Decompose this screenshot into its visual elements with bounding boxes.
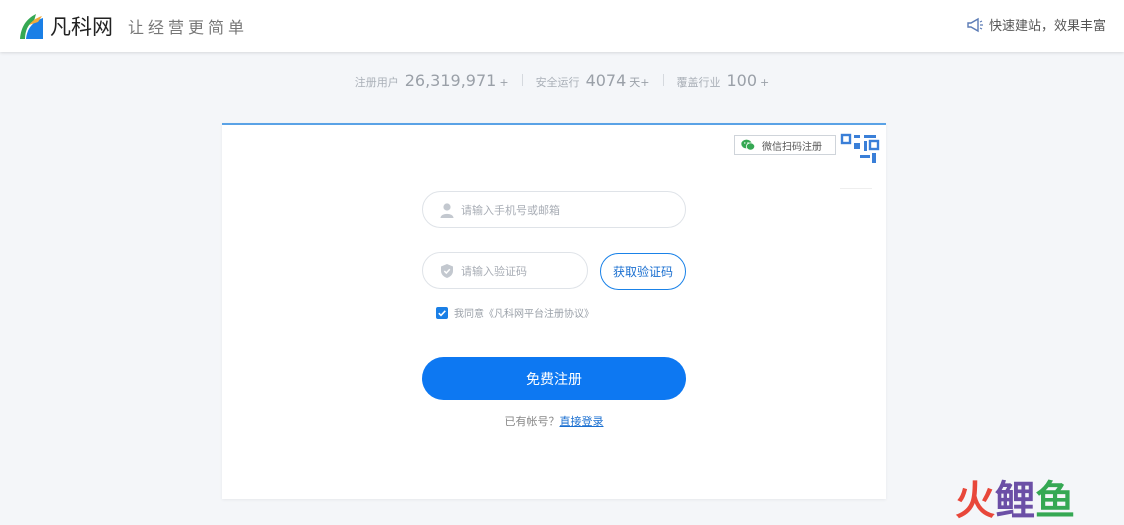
slogan: 让经营更简单: [128, 18, 249, 37]
stat-industries: 覆盖行业 100 +: [677, 71, 770, 90]
stat-label: 注册用户: [354, 75, 399, 89]
register-card: 微信扫码注册 请输入手机号或邮箱 请输入验证码 获取验证码 我同意《凡科网平台注…: [222, 123, 886, 499]
header-promo-text: 快速建站，效果丰富: [988, 19, 1106, 34]
divider: [521, 74, 523, 86]
stat-value: 26,319,971: [404, 70, 497, 90]
watermark-char: 鲤: [995, 478, 1035, 524]
stat-suffix: +: [499, 75, 509, 89]
stat-value: 4074: [585, 70, 627, 90]
site-logo[interactable]: 凡科网: [16, 10, 113, 42]
check-icon: [438, 309, 446, 317]
logo-mark-icon: [20, 14, 43, 39]
stat-safe-running: 安全运行 4074 天+: [536, 71, 650, 90]
watermark-char: 鱼: [1035, 478, 1075, 524]
wechat-icon: [741, 139, 755, 151]
megaphone-icon: [967, 17, 983, 32]
shield-icon: [441, 263, 453, 278]
user-icon: [440, 202, 454, 218]
logo-text: 凡科网: [50, 15, 113, 39]
stat-value: 100: [726, 70, 758, 90]
watermark-logo: 火 鲤 鱼: [955, 478, 1075, 524]
get-code-button[interactable]: 获取验证码: [600, 253, 686, 290]
stat-label: 安全运行: [535, 75, 580, 89]
direct-login-link[interactable]: 直接登录: [560, 415, 604, 428]
wechat-tag-label: 微信扫码注册: [762, 141, 822, 153]
have-account-text: 已有帐号？: [504, 415, 560, 428]
qr-code-icon[interactable]: [840, 133, 880, 173]
watermark-char: 火: [955, 478, 995, 524]
verification-code-field[interactable]: 请输入验证码: [422, 252, 588, 289]
divider: [662, 74, 664, 86]
stat-suffix: 天+: [629, 75, 650, 89]
wechat-register-tag[interactable]: 微信扫码注册: [734, 135, 836, 155]
header-promo-link[interactable]: 快速建站，效果丰富: [966, 15, 1106, 34]
stat-registered-users: 注册用户 26,319,971 +: [355, 71, 509, 90]
top-header: 凡科网 让经营更简单 快速建站，效果丰富: [0, 0, 1124, 52]
stat-suffix: +: [760, 75, 770, 89]
agreement-checkbox[interactable]: [436, 306, 448, 319]
agreement-text[interactable]: 我同意《凡科网平台注册协议》: [454, 305, 594, 320]
verification-code-placeholder: 请输入验证码: [461, 264, 527, 278]
agreement-row[interactable]: 我同意《凡科网平台注册协议》: [436, 305, 594, 320]
phone-email-field[interactable]: 请输入手机号或邮箱: [422, 191, 686, 228]
login-prompt: 已有帐号？直接登录: [222, 413, 886, 429]
free-register-button[interactable]: 免费注册: [422, 357, 686, 400]
phone-email-placeholder: 请输入手机号或邮箱: [461, 203, 560, 217]
divider: [840, 188, 872, 189]
stats-bar: 注册用户 26,319,971 + 安全运行 4074 天+ 覆盖行业 100 …: [0, 68, 1124, 92]
stat-label: 覆盖行业: [676, 75, 721, 89]
